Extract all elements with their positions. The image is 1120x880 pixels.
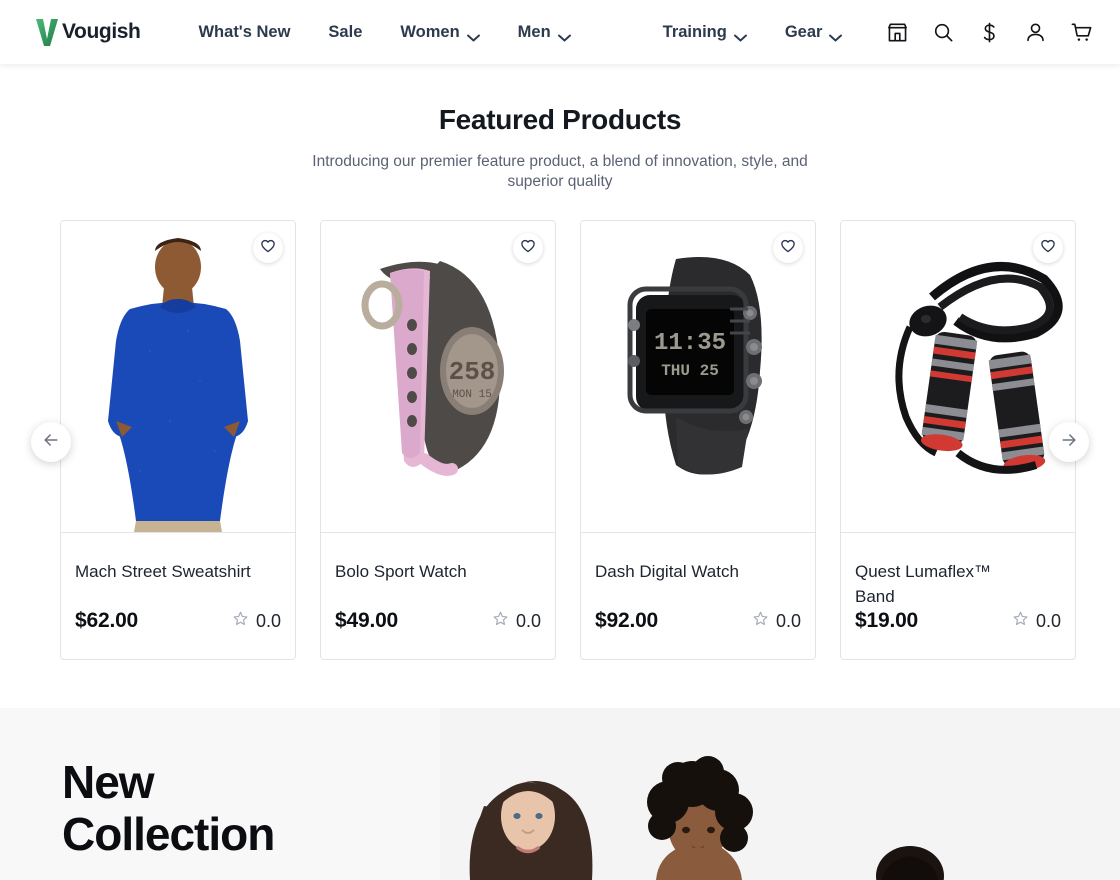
product-image-black-digital-watch: 11:35 THU 25 (581, 221, 815, 532)
product-meta: $49.00 0.0 (335, 609, 541, 659)
product-info: Quest Lumaflex™ Band $19.00 0.0 (841, 532, 1075, 659)
product-name: Mach Street Sweatshirt (75, 562, 251, 581)
product-rating: 0.0 (232, 610, 281, 632)
product-meta: $62.00 0.0 (75, 609, 281, 659)
main-nav: What's New Sale Women Men Training Gear (198, 22, 843, 42)
nav-label: Training (662, 22, 727, 41)
product-card[interactable]: 11:35 THU 25 Dash Digital Watch $92.00 0… (580, 220, 816, 660)
carousel-track: Mach Street Sweatshirt $62.00 0.0 258 MO… (60, 220, 1076, 660)
new-collection-section: New Collection Step into a world of soph… (0, 708, 1120, 880)
product-rating: 0.0 (1012, 610, 1061, 632)
product-image-pink-sport-watch: 258 MON 15 (321, 221, 555, 532)
watch-time-display: 11:35 (654, 330, 726, 357)
carousel-prev-button[interactable] (31, 422, 71, 462)
heart-icon (1040, 238, 1056, 259)
new-collection-text: New Collection Step into a world of soph… (62, 756, 402, 880)
star-icon (752, 610, 769, 632)
product-carousel: Mach Street Sweatshirt $62.00 0.0 258 MO… (0, 220, 1120, 666)
watch-date-display: THU 25 (661, 362, 719, 380)
nav-label: Gear (784, 22, 823, 41)
nav-label: Women (400, 22, 460, 41)
favorite-button[interactable] (773, 233, 803, 263)
arrow-right-icon (1059, 430, 1079, 455)
rating-value: 0.0 (255, 610, 281, 631)
product-info: Mach Street Sweatshirt $62.00 0.0 (61, 532, 295, 659)
favorite-button[interactable] (513, 233, 543, 263)
page-title: Featured Products (438, 104, 682, 135)
product-meta: $92.00 0.0 (595, 609, 801, 659)
chevron-down-icon (557, 28, 571, 42)
heart-icon (520, 238, 536, 259)
star-icon (492, 610, 509, 632)
new-collection-image (440, 708, 1120, 880)
rating-value: 0.0 (775, 610, 801, 631)
store-icon[interactable] (884, 19, 910, 45)
product-image-jump-rope-band (841, 221, 1075, 532)
arrow-left-icon (41, 430, 61, 455)
nav-label: What's New (198, 22, 291, 41)
star-icon (232, 610, 249, 632)
currency-dollar-icon[interactable] (976, 19, 1002, 45)
brand-name: Vougish (62, 20, 141, 43)
heart-icon (260, 238, 276, 259)
chevron-down-icon (466, 28, 480, 42)
rating-value: 0.0 (1035, 610, 1061, 631)
nav-label: Men (517, 22, 551, 41)
header-actions (884, 0, 1094, 64)
product-price: $62.00 (75, 609, 139, 632)
product-image-blue-sweatshirt (61, 221, 295, 532)
product-price: $92.00 (595, 609, 659, 632)
product-rating: 0.0 (752, 610, 801, 632)
product-price: $49.00 (335, 609, 399, 632)
product-card[interactable]: Quest Lumaflex™ Band $19.00 0.0 (840, 220, 1076, 660)
chevron-down-icon (829, 28, 843, 42)
rating-value: 0.0 (515, 610, 541, 631)
featured-subtitle: Introducing our premier feature product,… (312, 153, 808, 190)
svg-text:MON 15: MON 15 (452, 389, 492, 401)
nav-label: Sale (328, 22, 363, 41)
account-icon[interactable] (1022, 19, 1048, 45)
v-logo-icon (34, 17, 60, 47)
nav-item-men[interactable]: Men (518, 23, 571, 42)
product-rating: 0.0 (492, 610, 541, 632)
site-header: Vougish What's New Sale Women Men Traini… (0, 0, 1120, 64)
product-meta: $19.00 0.0 (855, 609, 1061, 659)
new-collection-title-line1: New (62, 756, 155, 808)
nav-item-women[interactable]: Women (400, 22, 480, 42)
chevron-down-icon (733, 28, 747, 42)
heart-icon (780, 238, 796, 259)
featured-section: Featured Products Introducing our premie… (0, 64, 1120, 666)
product-name: Dash Digital Watch (595, 562, 739, 581)
product-info: Dash Digital Watch $92.00 0.0 (581, 532, 815, 659)
carousel-next-button[interactable] (1049, 422, 1089, 462)
svg-text:258: 258 (449, 357, 496, 387)
cart-icon[interactable] (1068, 19, 1094, 45)
star-icon (1012, 610, 1029, 632)
brand-logo[interactable]: Vougish (34, 17, 141, 47)
product-price: $19.00 (855, 609, 919, 632)
favorite-button[interactable] (1033, 233, 1063, 263)
new-collection-title-line2: Collection (62, 808, 275, 860)
product-name: Bolo Sport Watch (335, 562, 467, 581)
product-info: Bolo Sport Watch $49.00 0.0 (321, 532, 555, 659)
nav-item-training[interactable]: Training (663, 23, 747, 42)
nav-item-gear[interactable]: Gear (785, 23, 843, 42)
favorite-button[interactable] (253, 233, 283, 263)
product-card[interactable]: Mach Street Sweatshirt $62.00 0.0 (60, 220, 296, 660)
nav-item-whats-new[interactable]: What's New (198, 23, 290, 42)
product-card[interactable]: 258 MON 15 Bolo Sport Watch $49.00 0.0 (320, 220, 556, 660)
nav-item-sale[interactable]: Sale (328, 23, 362, 42)
search-icon[interactable] (930, 19, 956, 45)
product-name: Quest Lumaflex™ Band (855, 562, 992, 606)
